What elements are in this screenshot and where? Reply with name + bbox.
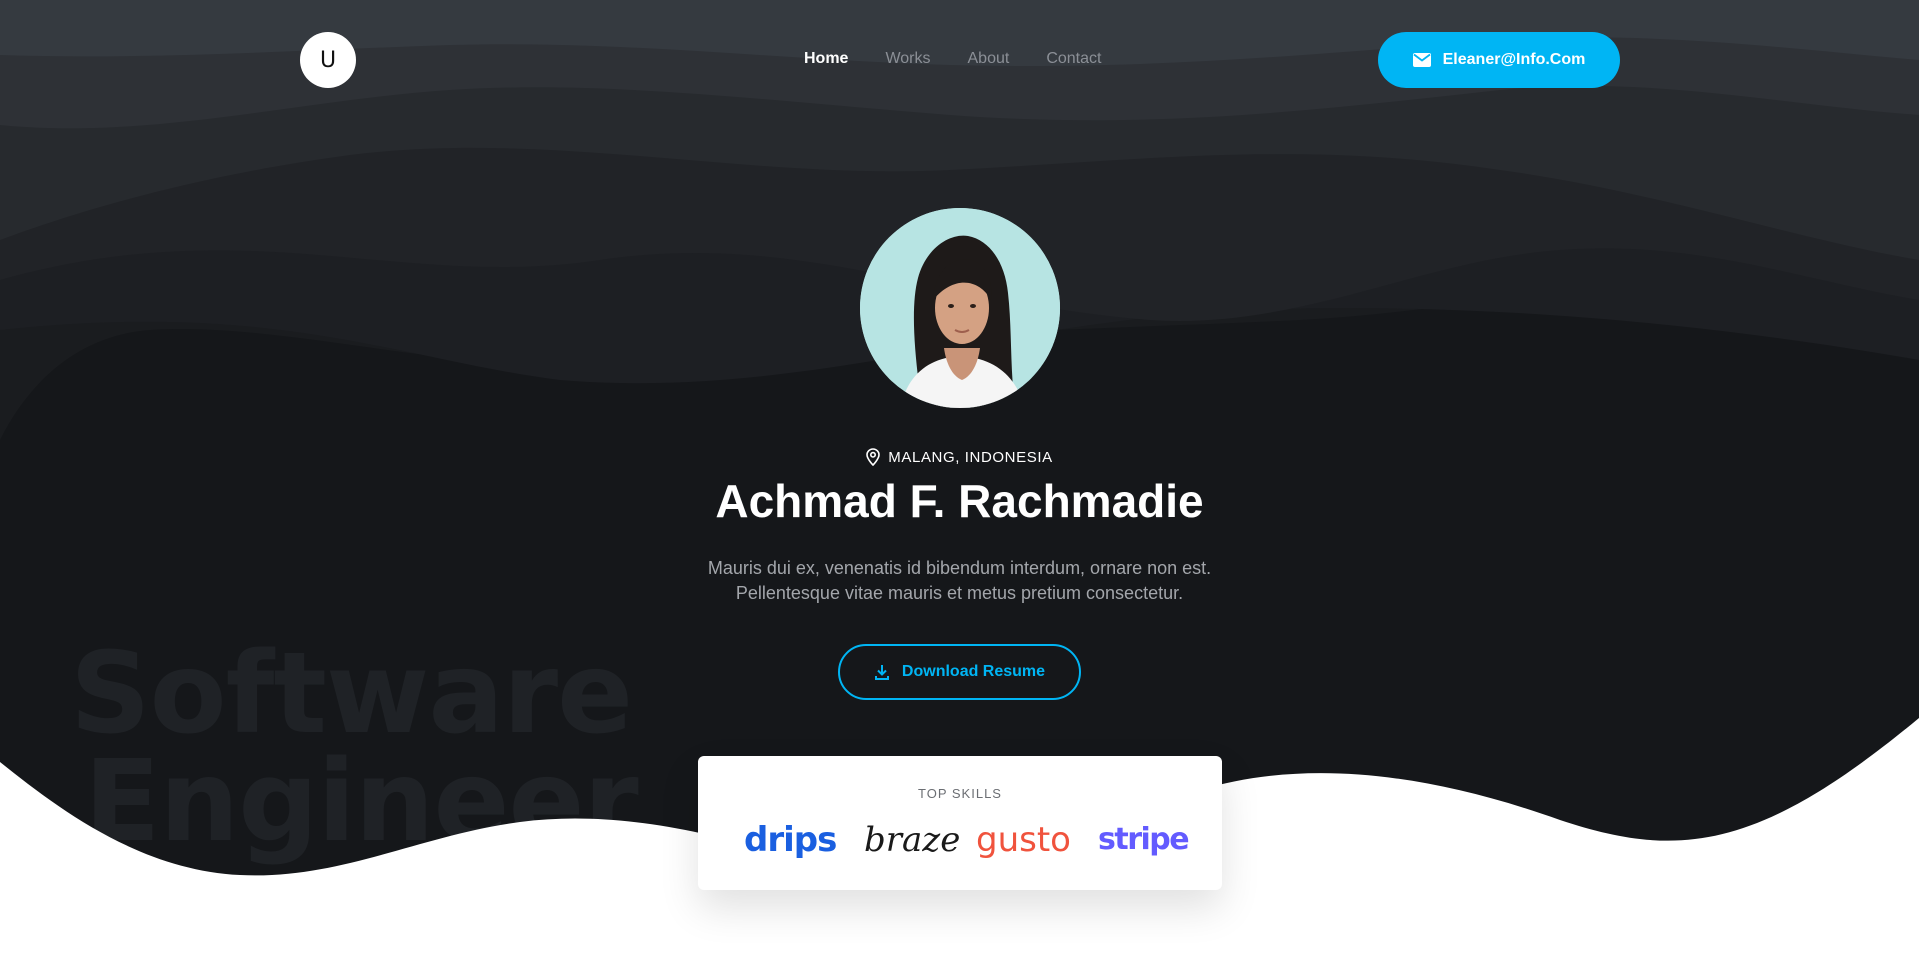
nav-item-about[interactable]: About bbox=[968, 50, 1010, 68]
skill-logo-drips: drips bbox=[744, 820, 837, 860]
bio-line-1: Mauris dui ex, venenatis id bibendum int… bbox=[707, 558, 1212, 578]
nav-item-contact[interactable]: Contact bbox=[1046, 50, 1101, 68]
profile-name: Achmad F. Rachmadie bbox=[715, 475, 1204, 527]
email-button[interactable]: Eleaner@Info.Com bbox=[1378, 32, 1620, 88]
avatar-portrait bbox=[860, 208, 1060, 408]
download-icon bbox=[874, 664, 889, 680]
location-pin-icon bbox=[866, 448, 881, 466]
nav-item-home[interactable]: Home bbox=[804, 50, 848, 68]
nav-menu: Home Works About Contact bbox=[804, 50, 1101, 68]
location-label: MALANG, INDONESIA bbox=[0, 448, 1919, 466]
profile-bio: Mauris dui ex, venenatis id bibendum int… bbox=[0, 556, 1919, 606]
location-text: MALANG, INDONESIA bbox=[888, 448, 1053, 466]
skill-logo-stripe: stripe bbox=[1098, 822, 1190, 857]
skill-logo-braze: braze bbox=[864, 820, 961, 860]
download-resume-label: Download Resume bbox=[901, 663, 1046, 680]
site-logo[interactable]: U bbox=[300, 32, 356, 88]
profile-avatar bbox=[860, 208, 1060, 408]
top-navigation: U Home Works About Contact Eleaner@Info.… bbox=[0, 0, 1919, 120]
envelope-icon bbox=[1412, 53, 1431, 67]
email-button-label: Eleaner@Info.Com bbox=[1442, 51, 1586, 68]
skills-title: TOP SKILLS bbox=[918, 786, 1002, 801]
skill-logo-gusto: gusto bbox=[976, 820, 1071, 860]
download-resume-button[interactable]: Download Resume bbox=[838, 644, 1081, 700]
top-skills-card: TOP SKILLS drips braze gusto stripe bbox=[698, 756, 1222, 890]
nav-item-works[interactable]: Works bbox=[885, 50, 930, 68]
bio-line-2: Pellentesque vitae mauris et metus preti… bbox=[735, 583, 1184, 603]
